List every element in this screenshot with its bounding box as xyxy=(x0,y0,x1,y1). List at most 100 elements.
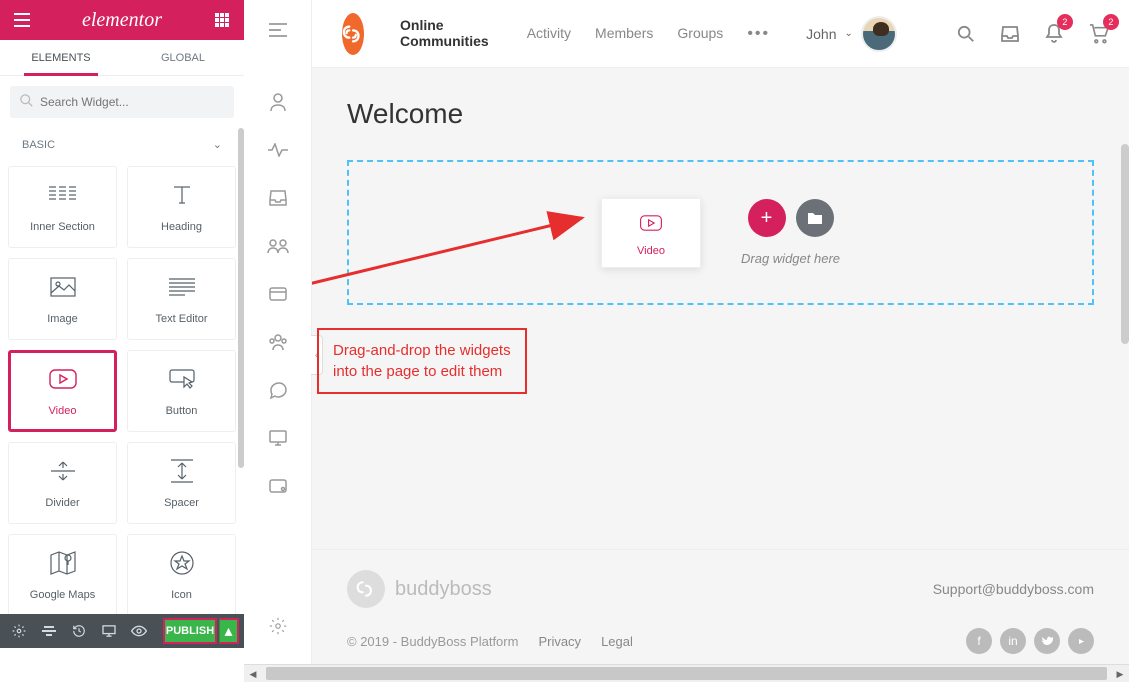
content-area: Online Communities Activity Members Grou… xyxy=(312,0,1129,664)
footer-legal[interactable]: Legal xyxy=(601,634,633,649)
elementor-panel: elementor ELEMENTS GLOBAL BASIC ⌄ Inner … xyxy=(0,0,244,648)
map-icon xyxy=(50,549,76,577)
preview-icon[interactable] xyxy=(125,617,153,645)
search-wrap xyxy=(0,76,244,128)
text-lines-icon xyxy=(169,273,195,301)
footer-logo-icon xyxy=(347,570,385,608)
badge: 2 xyxy=(1057,14,1073,30)
nav-groups[interactable]: Groups xyxy=(677,25,723,43)
site-sidebar: ‹ xyxy=(244,0,312,664)
site-logo-icon[interactable] xyxy=(342,13,364,55)
menu-icon[interactable] xyxy=(10,8,34,32)
play-icon xyxy=(49,365,77,393)
user-menu[interactable]: John ⌄ xyxy=(806,16,897,52)
tab-global[interactable]: GLOBAL xyxy=(122,40,244,75)
widget-label: Image xyxy=(47,313,78,325)
badge: 2 xyxy=(1103,14,1119,30)
widget-label: Icon xyxy=(171,589,192,601)
drop-zone[interactable]: Video + Drag widget here xyxy=(347,160,1094,305)
publish-options[interactable]: ▴ xyxy=(219,618,239,644)
widget-google-maps[interactable]: Google Maps xyxy=(8,534,117,614)
annotation-box: Drag-and-drop the widgets into the page … xyxy=(317,328,527,394)
chevron-down-icon: ⌄ xyxy=(844,28,852,39)
panel-tabs: ELEMENTS GLOBAL xyxy=(0,40,244,76)
site-logo-text[interactable]: Online Communities xyxy=(400,18,489,49)
navigator-icon[interactable] xyxy=(35,617,63,645)
widget-label: Heading xyxy=(161,221,202,233)
scroll-left[interactable]: ◀ xyxy=(244,665,262,683)
topbar-bell-icon[interactable]: 2 xyxy=(1041,20,1067,48)
sidebar-profile-icon[interactable] xyxy=(258,82,298,122)
widget-video[interactable]: Video xyxy=(8,350,117,432)
linkedin-icon[interactable]: in xyxy=(1000,628,1026,654)
social-links: f in xyxy=(966,628,1094,654)
topbar-search-icon[interactable] xyxy=(953,21,979,47)
sidebar-inbox-icon[interactable] xyxy=(258,178,298,218)
responsive-icon[interactable] xyxy=(95,617,123,645)
widget-image[interactable]: Image xyxy=(8,258,117,340)
category-label: BASIC xyxy=(22,139,55,151)
preview-area: ‹ Online Communities Activity Members Gr… xyxy=(244,0,1129,664)
nav-activity[interactable]: Activity xyxy=(527,25,571,43)
sidebar-members-icon[interactable] xyxy=(258,322,298,362)
user-name: John xyxy=(806,26,836,42)
top-nav: Activity Members Groups ••• xyxy=(527,25,770,43)
topbar-inbox-icon[interactable] xyxy=(997,22,1023,46)
content-scrollbar[interactable] xyxy=(1121,144,1129,549)
facebook-icon[interactable]: f xyxy=(966,628,992,654)
widget-icon[interactable]: Icon xyxy=(127,534,236,614)
widget-label: Text Editor xyxy=(156,313,208,325)
category-basic[interactable]: BASIC ⌄ xyxy=(8,128,236,161)
scroll-right[interactable]: ▶ xyxy=(1111,665,1129,683)
site-footer: buddyboss Support@buddyboss.com © 2019 -… xyxy=(312,549,1129,664)
drop-hint: Drag widget here xyxy=(741,251,840,266)
page-title: Welcome xyxy=(347,98,1094,130)
apps-icon[interactable] xyxy=(210,8,234,32)
dropzone-controls: + Drag widget here xyxy=(741,199,840,266)
widgets-scroll[interactable]: BASIC ⌄ Inner Section Heading Image Text… xyxy=(0,128,244,614)
widget-label: Inner Section xyxy=(30,221,95,233)
widget-heading[interactable]: Heading xyxy=(127,166,236,248)
columns-icon xyxy=(49,181,77,209)
dragging-widget[interactable]: Video xyxy=(601,198,701,268)
elementor-logo: elementor xyxy=(34,9,210,32)
sidebar-card-icon[interactable] xyxy=(258,466,298,506)
youtube-icon[interactable] xyxy=(1068,628,1094,654)
nav-more[interactable]: ••• xyxy=(747,25,770,43)
sidebar-settings-icon[interactable] xyxy=(258,606,298,646)
tab-elements[interactable]: ELEMENTS xyxy=(0,40,122,75)
sidebar-menu-toggle[interactable] xyxy=(258,10,298,50)
topbar-cart-icon[interactable]: 2 xyxy=(1085,20,1113,48)
widget-text-editor[interactable]: Text Editor xyxy=(127,258,236,340)
widget-button[interactable]: Button xyxy=(127,350,236,432)
nav-members[interactable]: Members xyxy=(595,25,653,43)
footer-privacy[interactable]: Privacy xyxy=(538,634,581,649)
widget-label: Video xyxy=(49,405,77,417)
widget-inner-section[interactable]: Inner Section xyxy=(8,166,117,248)
elementor-header: elementor xyxy=(0,0,244,40)
site-topbar: Online Communities Activity Members Grou… xyxy=(312,0,1129,68)
image-icon xyxy=(50,273,76,301)
publish-button[interactable]: PUBLISH xyxy=(163,618,217,644)
twitter-icon[interactable] xyxy=(1034,628,1060,654)
spacer-icon xyxy=(171,457,193,485)
cursor-icon xyxy=(169,365,195,393)
sidebar-groups-icon[interactable] xyxy=(258,226,298,266)
sidebar-desktop-icon[interactable] xyxy=(258,418,298,458)
sidebar-messages-icon[interactable] xyxy=(258,370,298,410)
sidebar-item-icon[interactable] xyxy=(258,274,298,314)
horizontal-scrollbar[interactable]: ◀ ▶ xyxy=(244,664,1129,682)
history-icon[interactable] xyxy=(65,617,93,645)
footer-support[interactable]: Support@buddyboss.com xyxy=(933,581,1094,597)
scroll-thumb[interactable] xyxy=(266,667,1107,680)
search-icon xyxy=(20,94,34,108)
add-section-button[interactable]: + xyxy=(748,199,786,237)
widget-label: Divider xyxy=(45,497,79,509)
widget-divider[interactable]: Divider xyxy=(8,442,117,524)
widget-label: Google Maps xyxy=(30,589,95,601)
settings-icon[interactable] xyxy=(5,617,33,645)
search-input[interactable] xyxy=(10,86,234,118)
template-button[interactable] xyxy=(796,199,834,237)
sidebar-activity-icon[interactable] xyxy=(258,130,298,170)
widget-spacer[interactable]: Spacer xyxy=(127,442,236,524)
